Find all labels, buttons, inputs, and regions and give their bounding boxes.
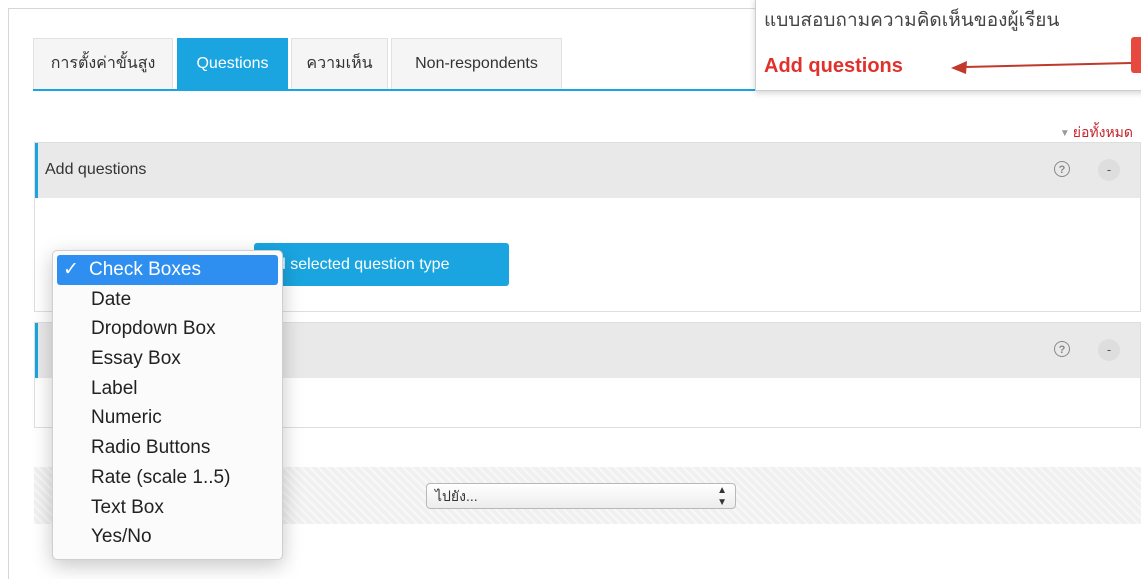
option-essay-box[interactable]: Essay Box xyxy=(57,344,278,374)
option-text-box[interactable]: Text Box xyxy=(57,493,278,523)
checkmark-icon: ✓ xyxy=(63,259,79,280)
callout-marker xyxy=(1131,37,1141,73)
collapse-toggle-icon[interactable]: - xyxy=(1098,159,1120,181)
callout-text: แบบสอบถามความคิดเห็นของผู้เรียน xyxy=(764,10,1060,31)
arrow-left-icon xyxy=(951,61,1131,74)
annotation-callout: แบบสอบถามความคิดเห็นของผู้เรียน Add ques… xyxy=(755,0,1141,91)
tab-advanced-settings[interactable]: การตั้งค่าขั้นสูง xyxy=(33,38,173,89)
option-numeric[interactable]: Numeric xyxy=(57,403,278,433)
triangle-down-icon: ▼ xyxy=(1059,128,1070,139)
option-check-boxes[interactable]: ✓ Check Boxes xyxy=(57,255,278,285)
option-dropdown-box[interactable]: Dropdown Box xyxy=(57,314,278,344)
jump-to-select[interactable]: ไปยัง... ▲ ▼ xyxy=(426,483,736,509)
collapse-toggle-icon-2[interactable]: - xyxy=(1098,339,1120,361)
question-type-dropdown[interactable]: ✓ Check Boxes Date Dropdown Box Essay Box… xyxy=(52,250,283,560)
jump-to-value: ไปยัง... xyxy=(435,488,478,504)
help-icon-2[interactable]: ? xyxy=(1054,341,1070,357)
tab-questions[interactable]: Questions xyxy=(177,38,288,89)
option-radio-buttons[interactable]: Radio Buttons xyxy=(57,433,278,463)
option-label[interactable]: Label xyxy=(57,374,278,404)
tab-non-respondents[interactable]: Non-respondents xyxy=(391,38,562,89)
tab-feedback[interactable]: ความเห็น xyxy=(291,38,388,89)
option-rate-scale[interactable]: Rate (scale 1..5) xyxy=(57,463,278,493)
help-icon[interactable]: ? xyxy=(1054,161,1070,177)
collapse-all-link[interactable]: ▼ ย่อทั้งหมด xyxy=(1060,122,1133,144)
callout-title: Add questions xyxy=(764,55,903,77)
section-title: Add questions xyxy=(45,161,147,178)
add-question-type-button[interactable]: dd selected question type xyxy=(254,243,509,286)
select-arrows-icon: ▲ ▼ xyxy=(717,485,727,508)
section-header[interactable]: Add questions ? - xyxy=(35,143,1140,198)
collapse-all-label: ย่อทั้งหมด xyxy=(1072,124,1133,140)
option-date[interactable]: Date xyxy=(57,285,278,315)
option-yes-no[interactable]: Yes/No xyxy=(57,522,278,552)
